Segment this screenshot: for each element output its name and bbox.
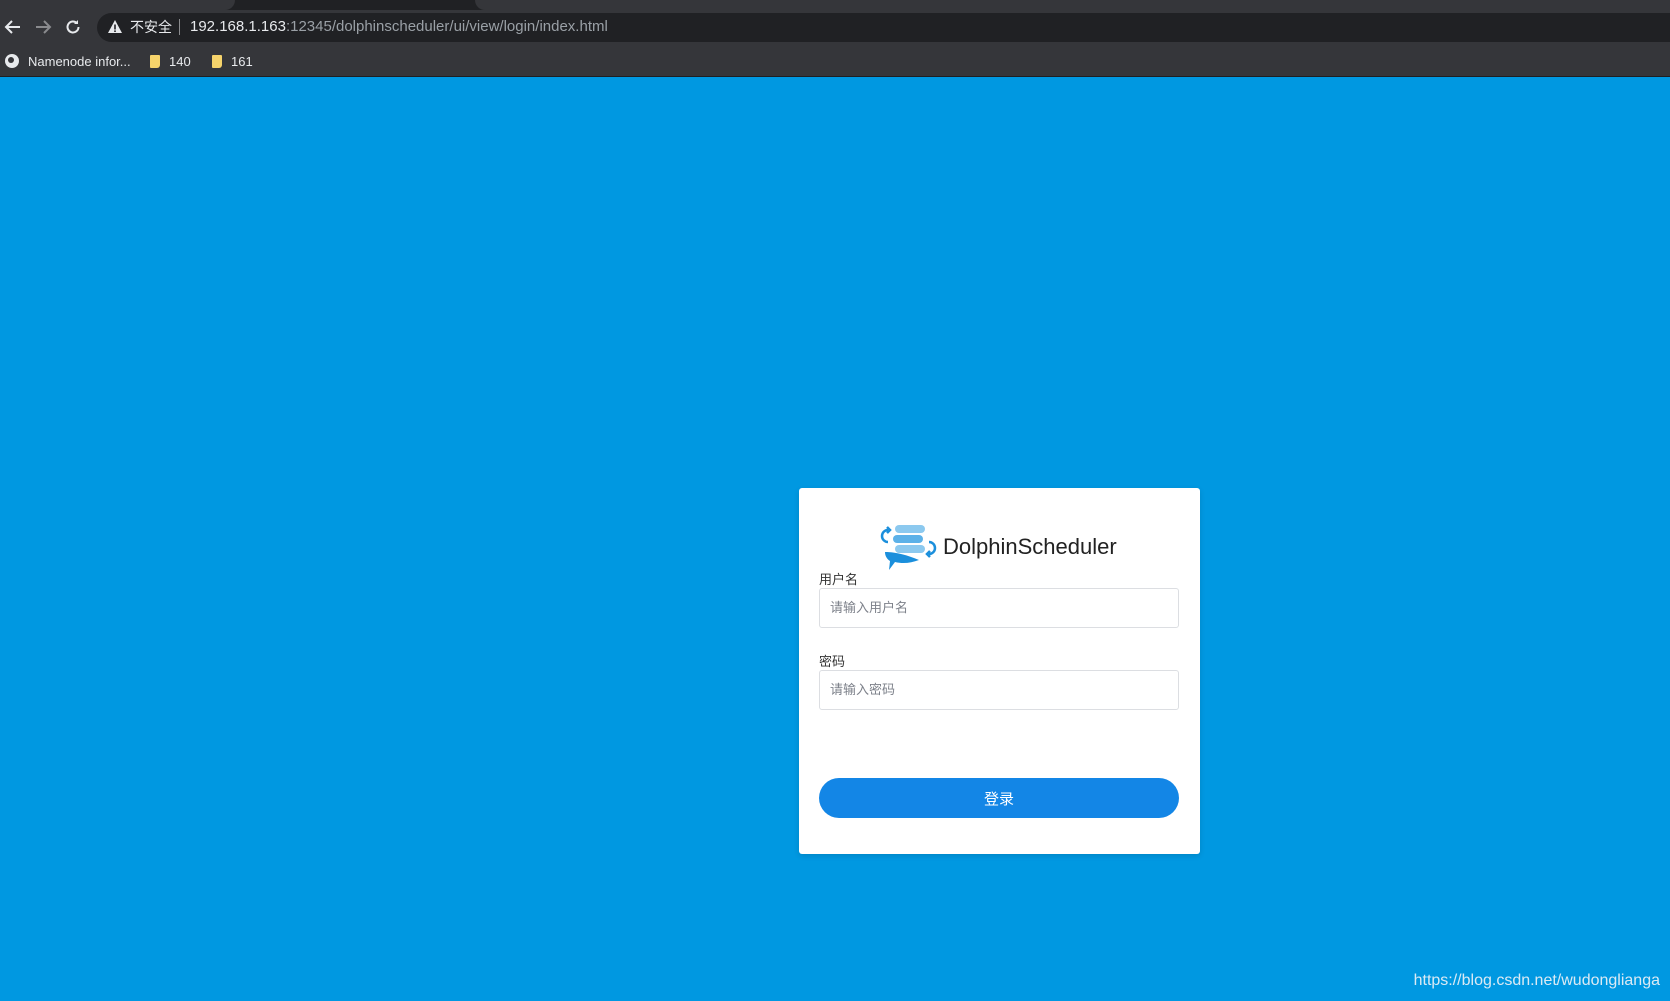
url-host: 192.168.1.163 [190,18,286,35]
tab[interactable] [0,0,235,10]
watermark: https://blog.csdn.net/wudonglianga [1413,972,1660,989]
username-label: 用户名 [819,572,859,587]
forward-button[interactable] [30,14,56,40]
arrow-right-icon [36,20,52,34]
tab-strip [0,0,1670,10]
url-text[interactable]: 192.168.1.163:12345/dolphinscheduler/ui/… [190,18,608,36]
bookmark-label: 140 [169,53,191,69]
folder-icon [212,54,222,68]
login-button[interactable]: 登录 [819,778,1179,818]
brand: DolphinScheduler [879,522,1117,572]
security-label[interactable]: 不安全 [130,18,172,36]
address-bar[interactable]: 不安全 192.168.1.163:12345/dolphinscheduler… [97,13,1670,42]
divider [179,19,180,35]
bookmarks-bar: Namenode infor... 140 161 [0,44,1670,77]
reload-icon [66,20,80,34]
username-input[interactable] [819,588,1179,628]
tab[interactable] [475,0,1670,10]
url-path: :12345/dolphinscheduler/ui/view/login/in… [285,18,608,35]
globe-icon [5,54,19,68]
bookmark-140[interactable]: 140 [150,51,191,71]
arrow-left-icon [4,20,20,34]
browser-toolbar: 不安全 192.168.1.163:12345/dolphinscheduler… [0,10,1670,44]
folder-icon [150,54,160,68]
password-label: 密码 [819,654,846,669]
brand-name: DolphinScheduler [943,534,1117,559]
login-card: DolphinScheduler 用户名 密码 登录 [799,488,1200,854]
bookmark-label: Namenode infor... [28,53,131,69]
warning-icon[interactable] [107,19,123,35]
password-input[interactable] [819,670,1179,710]
reload-button[interactable] [60,14,86,40]
back-button[interactable] [0,14,26,40]
dolphinscheduler-logo-icon [880,525,937,570]
bookmark-161[interactable]: 161 [212,51,253,71]
bookmark-namenode[interactable]: Namenode infor... [5,51,131,71]
bookmark-label: 161 [231,53,253,69]
